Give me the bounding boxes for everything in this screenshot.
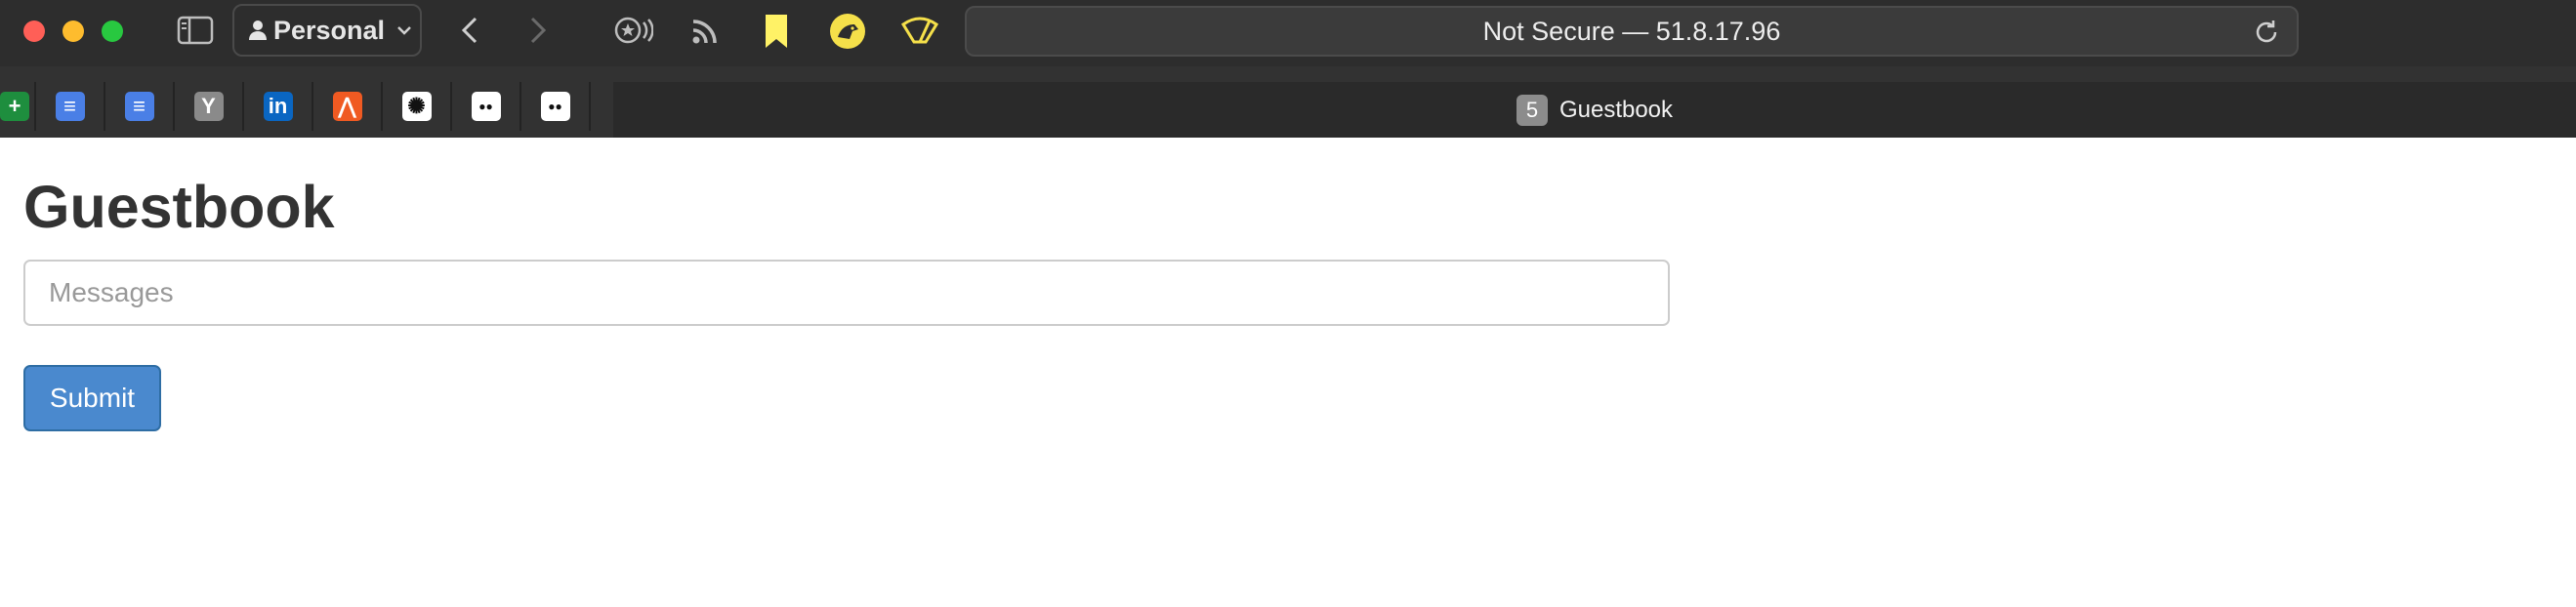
openai-icon: ✺ bbox=[401, 92, 432, 121]
back-button-icon[interactable] bbox=[455, 14, 484, 47]
address-bar[interactable]: Not Secure — 51.8.17.96 bbox=[965, 6, 2299, 57]
dog-extension-icon[interactable] bbox=[828, 12, 867, 51]
forward-button-icon[interactable] bbox=[523, 14, 553, 47]
messages-input[interactable] bbox=[23, 260, 1670, 326]
profile-name: Personal bbox=[273, 15, 386, 45]
reload-icon[interactable] bbox=[2252, 18, 2281, 47]
medium-icon: ●● bbox=[540, 92, 570, 121]
address-text: Not Secure — 51.8.17.96 bbox=[1482, 16, 1781, 46]
wiper-extension-icon[interactable] bbox=[900, 14, 939, 47]
pinned-tab[interactable]: ≡ bbox=[36, 82, 105, 131]
y-site-icon: Y bbox=[193, 92, 224, 121]
chevron-down-icon bbox=[396, 25, 412, 35]
bookmark-icon[interactable] bbox=[762, 12, 791, 51]
google-docs-icon: ≡ bbox=[55, 92, 85, 121]
rss-icon[interactable] bbox=[687, 14, 723, 49]
google-sheets-icon: + bbox=[0, 92, 29, 121]
pinned-tabs: + ≡ ≡ Yin ⋀ ✺ ●● ●● bbox=[0, 82, 591, 131]
pinned-tab[interactable]: ✺ bbox=[383, 82, 452, 131]
pinned-tab[interactable]: + bbox=[0, 82, 36, 131]
page-title: Guestbook bbox=[23, 174, 335, 240]
google-docs-icon: ≡ bbox=[124, 92, 154, 121]
minimize-window-button[interactable] bbox=[62, 20, 84, 42]
submit-button[interactable]: Submit bbox=[23, 365, 161, 431]
person-icon bbox=[248, 20, 268, 41]
profile-button[interactable]: Personal bbox=[232, 4, 422, 57]
tab-bar: + ≡ ≡ Yin ⋀ ✺ ●● ●● 5 Guestbook bbox=[0, 66, 2576, 138]
featured-extension-icon[interactable] bbox=[611, 13, 654, 48]
pinned-tab[interactable]: Y bbox=[175, 82, 244, 131]
close-window-button[interactable] bbox=[23, 20, 45, 42]
tab-title: Guestbook bbox=[1558, 96, 1674, 123]
pinned-tab[interactable]: ⋀ bbox=[313, 82, 383, 131]
sidebar-toggle-icon[interactable] bbox=[176, 15, 215, 46]
strava-icon: ⋀ bbox=[332, 92, 362, 121]
browser-toolbar: Personal Not Secure — 51.8.17.96 bbox=[0, 0, 2576, 66]
zoom-window-button[interactable] bbox=[102, 20, 123, 42]
pinned-tab[interactable]: ≡ bbox=[105, 82, 175, 131]
pinned-tab[interactable]: ●● bbox=[452, 82, 521, 131]
tab-guestbook[interactable]: 5 Guestbook bbox=[613, 82, 2576, 138]
medium-icon: ●● bbox=[471, 92, 501, 121]
tab-count-badge: 5 bbox=[1516, 94, 1548, 126]
linkedin-icon: in bbox=[263, 92, 293, 121]
pinned-tab[interactable]: in bbox=[244, 82, 313, 131]
pinned-tab[interactable]: ●● bbox=[521, 82, 591, 131]
